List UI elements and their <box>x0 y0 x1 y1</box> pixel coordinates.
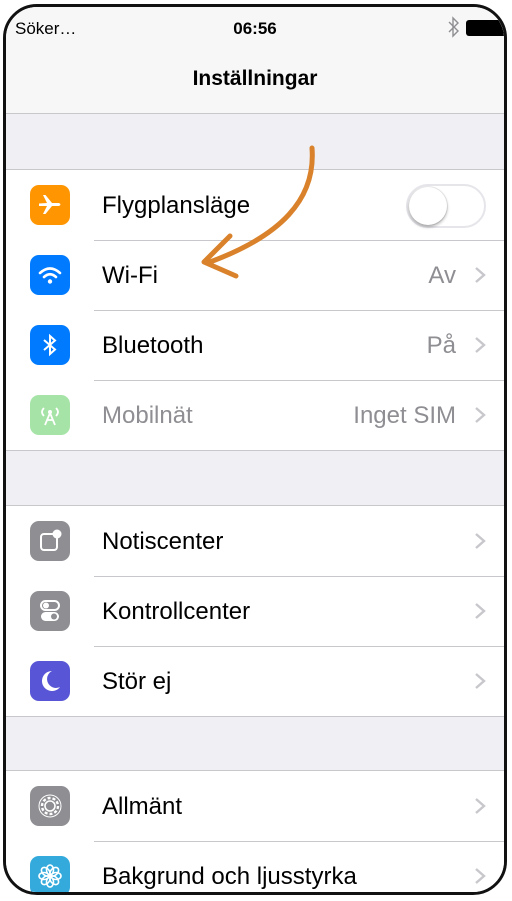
chevron-right-icon <box>475 267 486 283</box>
toggle-knob <box>409 187 447 225</box>
row-airplane-mode: Flygplansläge <box>6 170 504 240</box>
chevron-right-icon <box>475 673 486 689</box>
row-value: Inget SIM <box>353 402 456 429</box>
row-label: Notiscenter <box>102 528 224 555</box>
row-general[interactable]: Allmänt <box>6 771 504 841</box>
row-notification-center[interactable]: Notiscenter <box>6 506 504 576</box>
chevron-right-icon <box>475 533 486 549</box>
row-label: Stör ej <box>102 668 172 695</box>
chevron-right-icon <box>475 603 486 619</box>
battery-icon <box>466 20 504 36</box>
chevron-right-icon <box>475 337 486 353</box>
row-control-center[interactable]: Kontrollcenter <box>6 576 504 646</box>
airplane-icon <box>30 185 70 225</box>
settings-group-notifications: Notiscenter Kontrollcenter Stör ej <box>6 505 504 717</box>
flower-icon <box>30 856 70 892</box>
row-label: Kontrollcenter <box>102 598 251 625</box>
row-do-not-disturb[interactable]: Stör ej <box>6 646 504 716</box>
row-value: På <box>426 332 456 359</box>
control-center-icon <box>30 591 70 631</box>
chevron-right-icon <box>475 407 486 423</box>
status-bar: Söker… 06:56 <box>6 7 504 49</box>
chevron-right-icon <box>475 798 486 814</box>
row-label: Mobilnät <box>102 402 193 429</box>
row-wifi[interactable]: Wi-Fi Av <box>6 240 504 310</box>
gear-icon <box>30 786 70 826</box>
notification-center-icon <box>30 521 70 561</box>
row-wallpaper-brightness[interactable]: Bakgrund och ljusstyrka <box>6 841 504 892</box>
page-title: Inställningar <box>192 67 318 90</box>
moon-icon <box>30 661 70 701</box>
row-bluetooth[interactable]: Bluetooth På <box>6 310 504 380</box>
settings-group-general: Allmänt Bakgrund och ljusstyrka <box>6 770 504 892</box>
row-label: Allmänt <box>102 793 183 820</box>
clock: 06:56 <box>233 19 277 38</box>
row-cellular[interactable]: Mobilnät Inget SIM <box>6 380 504 450</box>
bluetooth-status-icon <box>448 16 459 38</box>
settings-group-connectivity: Flygplansläge Wi-Fi Av Bluetooth På Mobi… <box>6 169 504 451</box>
row-label: Wi-Fi <box>102 262 158 289</box>
row-label: Bluetooth <box>102 332 204 359</box>
bluetooth-icon <box>30 325 70 365</box>
airplane-mode-toggle[interactable] <box>406 184 486 228</box>
phone-frame: Söker… 06:56 Inställningar Flygplansläge <box>3 4 507 895</box>
row-value: Av <box>428 262 456 289</box>
row-label: Flygplansläge <box>102 192 251 219</box>
row-label: Bakgrund och ljusstyrka <box>102 863 357 890</box>
cellular-icon <box>30 395 70 435</box>
wifi-icon <box>30 255 70 295</box>
chevron-right-icon <box>475 868 486 884</box>
navigation-bar: Inställningar <box>6 49 504 114</box>
